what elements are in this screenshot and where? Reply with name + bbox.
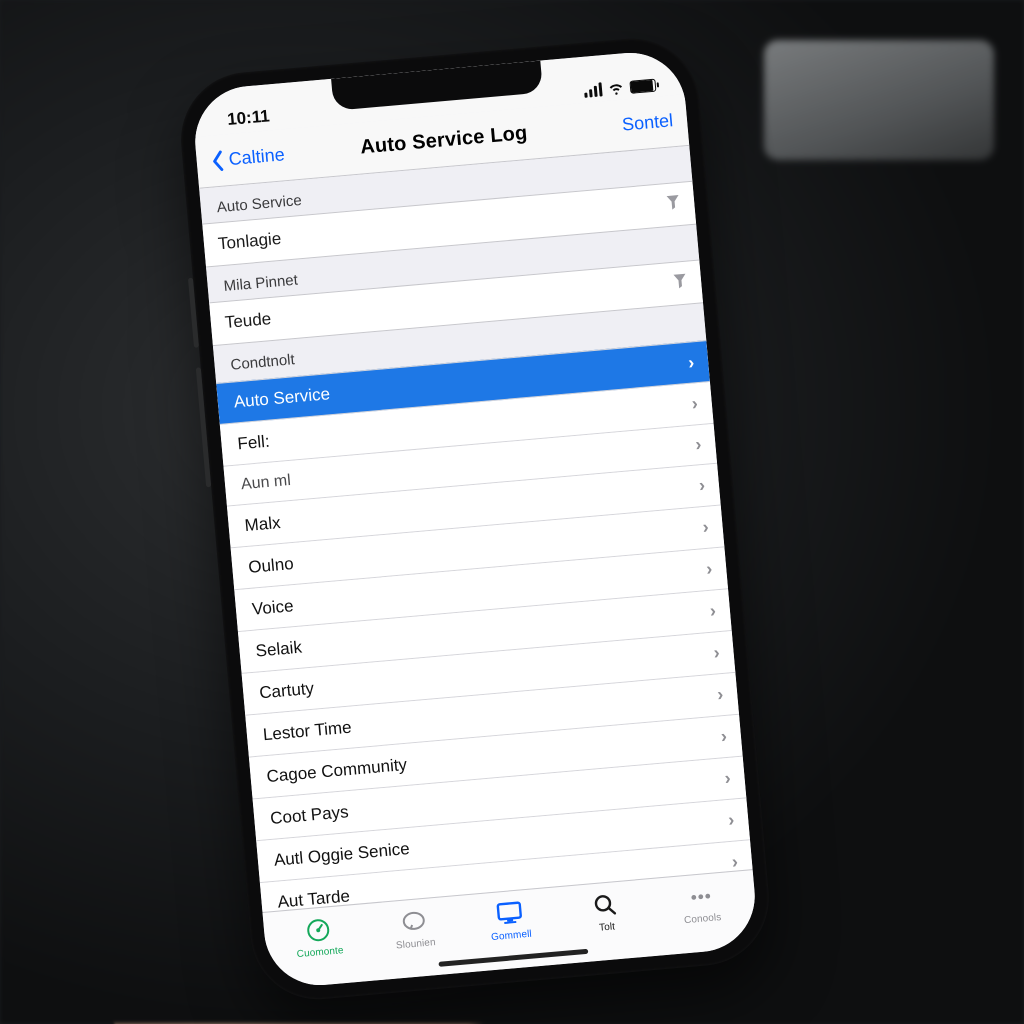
back-label: Caltine: [228, 144, 286, 170]
tab-item[interactable]: Tolt: [556, 887, 655, 937]
service-list: Auto Service › Fell: › Aun ml › Malx › Oulno › Voi…: [216, 340, 752, 912]
tab-item[interactable]: Slounien: [365, 904, 464, 954]
nav-action-button[interactable]: Sontel: [602, 110, 674, 137]
tab-item[interactable]: Conools: [652, 879, 751, 929]
list-item-label: Aun ml: [240, 471, 291, 493]
chevron-right-icon: ›: [713, 642, 721, 663]
gauge-icon: [303, 915, 333, 945]
list-item-label: Oulno: [247, 554, 294, 578]
chevron-right-icon: ›: [687, 352, 695, 373]
content-scroll[interactable]: Auto Service Tonlagie Mila Pinnet Teude …: [199, 146, 752, 912]
field-value: Tonlagie: [217, 229, 282, 254]
battery-icon: [629, 78, 656, 93]
list-item-label: Fell:: [237, 431, 271, 454]
tab-label: Tolt: [599, 921, 616, 933]
chevron-right-icon: ›: [716, 684, 724, 705]
list-item-label: Malx: [244, 513, 282, 536]
chevron-right-icon: ›: [720, 726, 728, 747]
monitor-icon: [494, 898, 524, 928]
chevron-left-icon: [210, 149, 226, 172]
chevron-right-icon: ›: [694, 434, 702, 455]
tab-label: Slounien: [396, 937, 437, 951]
list-item-label: Lestor Time: [262, 717, 352, 745]
back-button[interactable]: Caltine: [210, 144, 286, 172]
tab-label: Gommell: [491, 929, 533, 944]
tab-item[interactable]: Gommell: [460, 895, 559, 945]
list-item-label: Autl Oggie Senice: [273, 838, 410, 870]
chevron-right-icon: ›: [705, 559, 713, 580]
chevron-right-icon: ›: [709, 600, 717, 621]
chevron-right-icon: ›: [691, 393, 699, 414]
tab-item[interactable]: Cuomonte: [269, 912, 368, 962]
chat-icon: [399, 907, 429, 937]
chevron-right-icon: ›: [724, 768, 732, 789]
tab-label: Cuomonte: [296, 945, 344, 960]
wifi-icon: [607, 79, 624, 96]
filter-icon: [665, 193, 681, 215]
list-item-label: Coot Pays: [269, 802, 349, 829]
status-indicators: [583, 77, 656, 99]
tab-label: Conools: [684, 912, 722, 926]
search-icon: [590, 890, 620, 920]
list-item-label: Voice: [251, 596, 294, 620]
phone-screen: 10:11 Caltine Auto Service Log Sontel Au…: [191, 48, 760, 989]
cellular-signal-icon: [583, 82, 602, 98]
list-item-label: Cagoe Community: [266, 754, 408, 786]
status-time: 10:11: [226, 106, 270, 130]
phone-device: 10:11 Caltine Auto Service Log Sontel Au…: [175, 33, 774, 1005]
more-icon: [686, 882, 716, 912]
list-item-label: Selaik: [255, 637, 303, 661]
chevron-right-icon: ›: [727, 810, 735, 831]
filter-icon: [672, 272, 688, 294]
list-item-label: Cartuty: [258, 678, 314, 703]
list-item-label: Auto Service: [233, 384, 331, 412]
field-value: Teude: [224, 309, 272, 333]
chevron-right-icon: ›: [702, 517, 710, 538]
chevron-right-icon: ›: [698, 475, 706, 496]
